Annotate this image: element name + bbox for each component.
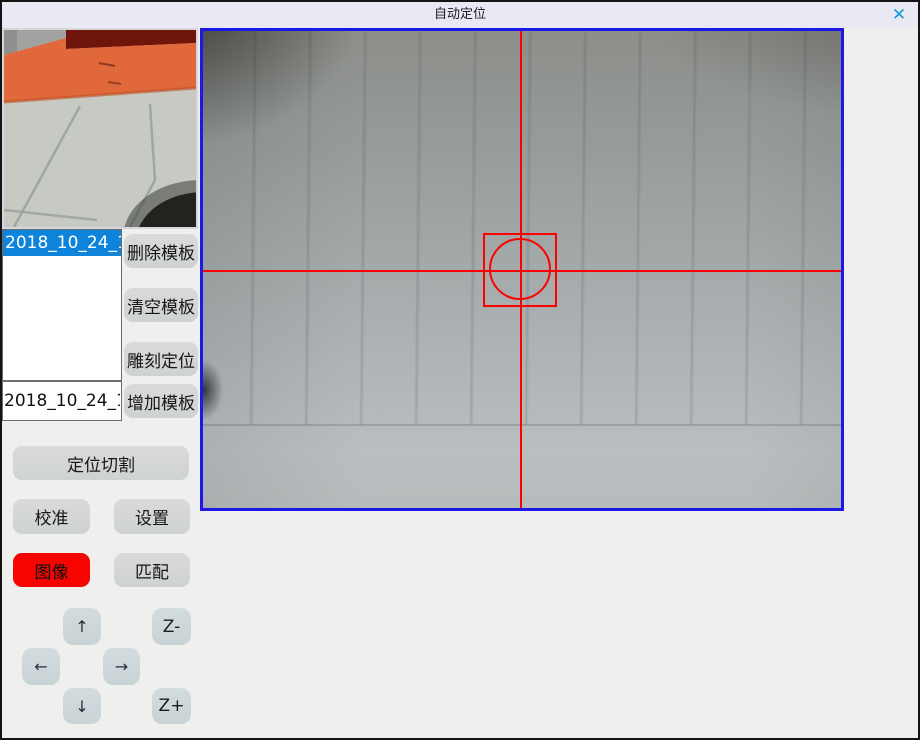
thumbnail-image	[4, 30, 196, 227]
camera-view[interactable]	[200, 28, 844, 511]
match-button[interactable]: 匹配	[114, 553, 190, 587]
settings-button[interactable]: 设置	[114, 499, 190, 534]
calibrate-button[interactable]: 校准	[13, 499, 90, 534]
template-list-item[interactable]: 2018_10_24_11	[3, 230, 121, 256]
title-bar: 自动定位 ✕	[2, 2, 918, 28]
jog-up-button[interactable]: ↑	[63, 608, 101, 645]
jog-left-button[interactable]: ←	[22, 648, 60, 685]
jog-right-button[interactable]: →	[103, 648, 140, 685]
position-cut-button[interactable]: 定位切割	[13, 446, 189, 480]
image-button[interactable]: 图像	[13, 553, 90, 587]
engrave-position-button[interactable]: 雕刻定位	[124, 342, 198, 376]
template-list[interactable]: 2018_10_24_11	[2, 229, 122, 381]
add-template-button[interactable]: 增加模板	[124, 384, 198, 418]
jog-down-button[interactable]: ↓	[63, 688, 101, 724]
clear-templates-button[interactable]: 清空模板	[124, 288, 198, 322]
template-name-input[interactable]	[2, 381, 122, 421]
z-plus-button[interactable]: Z+	[152, 688, 191, 724]
close-icon[interactable]: ✕	[886, 3, 912, 27]
template-thumbnail	[2, 28, 198, 229]
z-minus-button[interactable]: Z-	[152, 608, 191, 645]
delete-template-button[interactable]: 删除模板	[124, 234, 198, 268]
dialog-title: 自动定位	[2, 2, 918, 28]
template-match-circle	[489, 238, 551, 300]
auto-position-dialog: 自动定位 ✕ 2018_10_24_11	[0, 0, 920, 740]
